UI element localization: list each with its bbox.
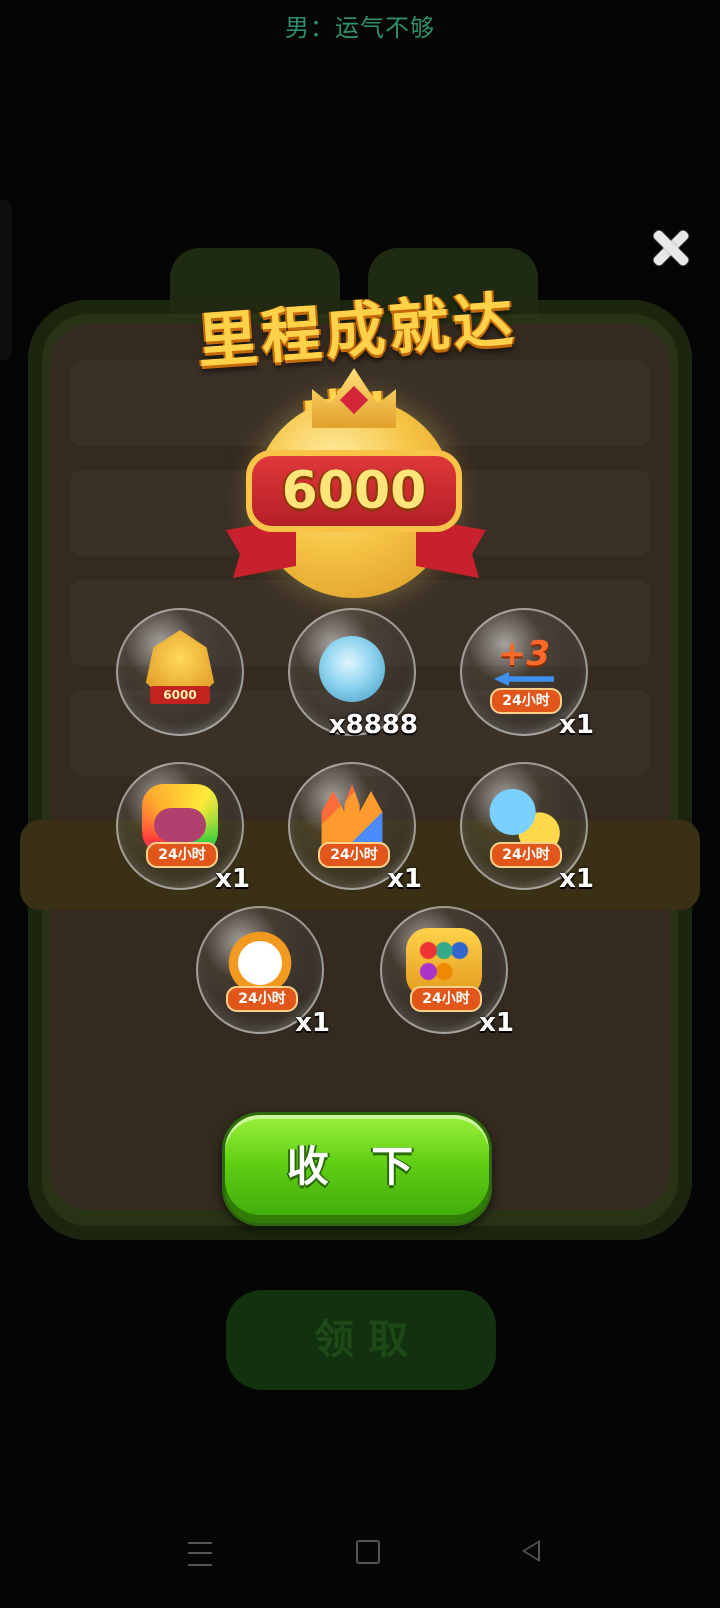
reward-quantity: x1: [387, 864, 422, 894]
reward-quantity: x8888: [328, 710, 418, 740]
reward-duration-badge: 24小时: [410, 986, 482, 1012]
reward-badge: 6000: [150, 686, 210, 704]
reward-quantity: x1: [559, 710, 594, 740]
reward-duration-badge: 24小时: [226, 986, 298, 1012]
menu-icon[interactable]: [188, 1542, 212, 1566]
reward-grid: 6000 x8888 +3 24小时 x1 24小时 x1 24小时 x1 24…: [0, 0, 720, 1608]
reward-bubble-rockets: 24小时 x1: [288, 762, 422, 894]
home-icon[interactable]: [356, 1540, 380, 1564]
shuffle-gems: [418, 940, 470, 982]
reward-bubble-golden-chick: 6000: [116, 608, 244, 736]
reward-quantity: x1: [215, 864, 250, 894]
reward-quantity: x1: [295, 1008, 330, 1038]
reward-bubble-blue-coin: x8888: [288, 608, 418, 740]
reward-bubble-rainbow-bird: 24小时 x1: [116, 762, 250, 894]
reward-quantity: x1: [479, 1008, 514, 1038]
reward-quantity: x1: [559, 864, 594, 894]
reward-bubble-clock: 24小时 x1: [196, 906, 330, 1038]
reward-duration-badge: 24小时: [490, 842, 562, 868]
blue-coin-icon: [319, 636, 385, 702]
collect-button[interactable]: 收 下: [222, 1112, 492, 1226]
reward-duration-badge: 24小时: [318, 842, 390, 868]
reward-bubble-pets: 24小时 x1: [460, 762, 594, 894]
reward-bubble-plus3: +3 24小时 x1: [460, 608, 594, 740]
arrow-icon: [494, 672, 554, 686]
back-icon[interactable]: [522, 1540, 540, 1562]
plus-three-icon: +3: [497, 634, 551, 674]
system-nav-bar: [0, 1520, 720, 1608]
rainbow-bird-face: [154, 808, 206, 842]
reward-bubble-shuffle: 24小时 x1: [380, 906, 514, 1038]
reward-duration-badge: 24小时: [146, 842, 218, 868]
reward-duration-badge: 24小时: [490, 688, 562, 714]
